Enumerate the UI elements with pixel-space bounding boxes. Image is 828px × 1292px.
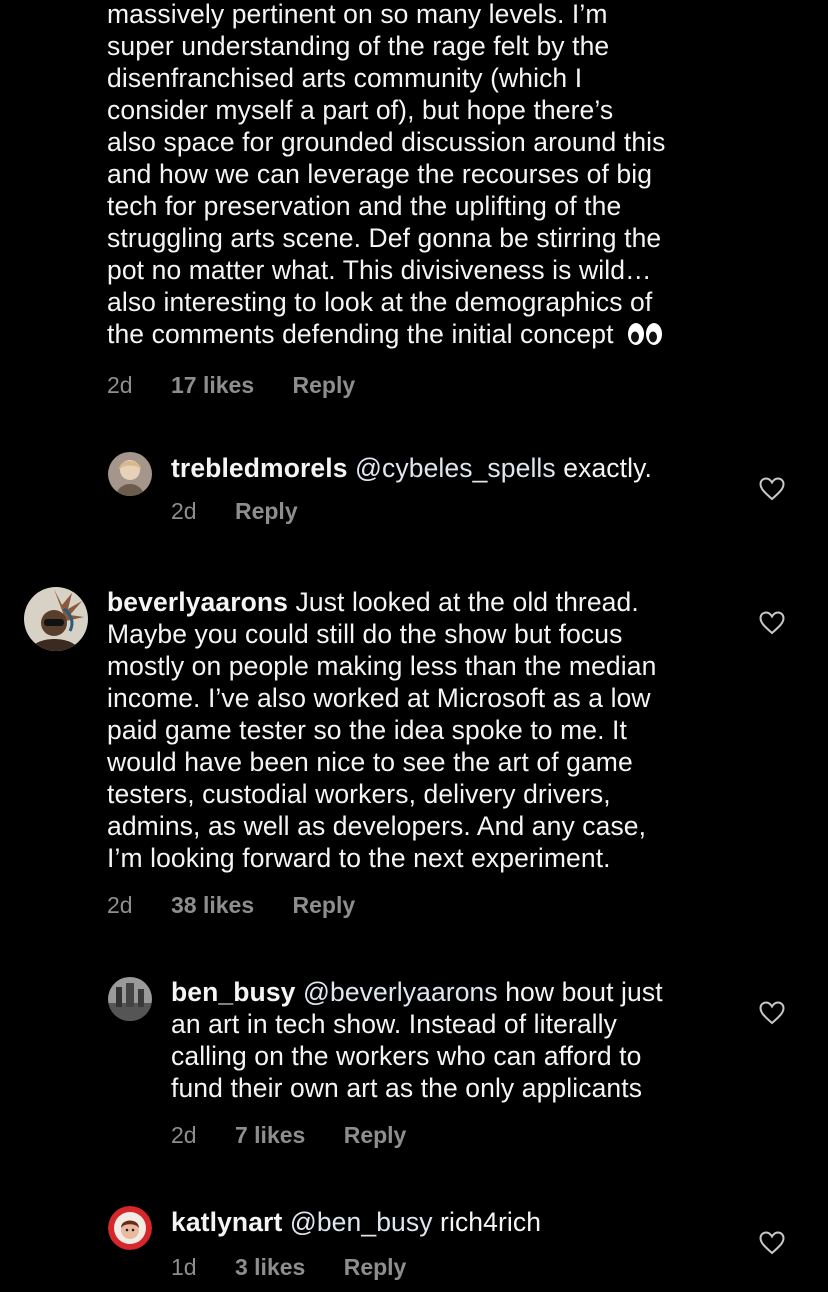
- comment-line: consider myself a part of), but hope the…: [107, 95, 614, 125]
- avatar-trebledmorels[interactable]: [108, 452, 152, 496]
- comment-line: would have been nice to see the art of g…: [107, 747, 633, 777]
- reply-trebledmorels: trebledmorels @cybeles_spells exactly. 2…: [171, 452, 731, 525]
- comment-time: 2d: [171, 498, 197, 524]
- heart-icon[interactable]: [759, 1231, 785, 1255]
- comments-page: massively pertinent on so many levels. I…: [0, 0, 828, 1292]
- comment-line-last: the comments defending the initial conce…: [107, 318, 747, 354]
- comment-username[interactable]: beverlyaarons: [107, 587, 288, 617]
- comment-mention[interactable]: @cybeles_spells: [355, 453, 556, 483]
- comment-body: ben_busy @beverlyaarons how bout just an…: [171, 976, 731, 1104]
- comment-line: disenfranchised arts community (which I: [107, 63, 583, 93]
- comment-beverlyaarons: beverlyaarons Just looked at the old thr…: [107, 586, 747, 919]
- comment-line: testers, custodial workers, delivery dri…: [107, 779, 611, 809]
- comment-line: also interesting to look at the demograp…: [107, 287, 653, 317]
- comment-text: exactly.: [563, 453, 652, 483]
- comment-line: calling on the workers who can afford to: [171, 1041, 642, 1071]
- comment-line: I’m looking forward to the next experime…: [107, 843, 611, 873]
- reply-katlynart: katlynart @ben_busy rich4rich 1d 3 likes…: [171, 1206, 731, 1281]
- reply-ben-busy: ben_busy @beverlyaarons how bout just an…: [171, 976, 731, 1149]
- comment-line: and how we can leverage the recourses of…: [107, 159, 653, 189]
- comment-line: income. I’ve also worked at Microsoft as…: [107, 683, 651, 713]
- reply-button[interactable]: Reply: [293, 372, 356, 398]
- avatar-katlynart[interactable]: [108, 1206, 152, 1250]
- heart-icon[interactable]: [759, 1001, 785, 1025]
- comment-time: 1d: [171, 1254, 197, 1280]
- comment-meta: 1d 3 likes Reply: [171, 1254, 731, 1281]
- comment-likes[interactable]: 17 likes: [171, 372, 254, 398]
- comment-body: massively pertinent on so many levels. I…: [107, 0, 747, 354]
- comment-line: also space for grounded discussion aroun…: [107, 127, 666, 157]
- comment-username[interactable]: katlynart: [171, 1207, 282, 1237]
- comment-mention[interactable]: @beverlyaarons: [303, 977, 498, 1007]
- avatar-beverlyaarons[interactable]: [24, 587, 88, 651]
- comment-meta: 2d 7 likes Reply: [171, 1122, 731, 1149]
- reply-button[interactable]: Reply: [293, 892, 356, 918]
- comment-line: the comments defending the initial conce…: [107, 319, 614, 349]
- reply-button[interactable]: Reply: [344, 1122, 407, 1148]
- comment-cybeles-continued: massively pertinent on so many levels. I…: [107, 0, 747, 399]
- comment-line: mostly on people making less than the me…: [107, 651, 657, 681]
- comment-line: paid game tester so the idea spoke to me…: [107, 715, 627, 745]
- comment-likes[interactable]: 3 likes: [235, 1254, 305, 1280]
- comment-mention[interactable]: @ben_busy: [290, 1207, 433, 1237]
- comment-meta: 2d Reply: [171, 498, 731, 525]
- comment-time: 2d: [107, 372, 133, 398]
- comment-line-first: beverlyaarons Just looked at the old thr…: [107, 586, 747, 618]
- comment-line: struggling arts scene. Def gonna be stir…: [107, 223, 662, 253]
- eyes-emoji-icon: [627, 321, 663, 354]
- comment-line: pot no matter what. This divisiveness is…: [107, 255, 652, 285]
- comment-line-first: ben_busy @beverlyaarons how bout just: [171, 976, 731, 1008]
- comment-body: katlynart @ben_busy rich4rich: [171, 1206, 731, 1238]
- comment-line: Just looked at the old thread.: [295, 587, 639, 617]
- avatar-ben-busy[interactable]: [108, 977, 152, 1021]
- comment-line: how bout just: [505, 977, 663, 1007]
- comment-body: beverlyaarons Just looked at the old thr…: [107, 586, 747, 874]
- comment-line: massively pertinent on so many levels. I…: [107, 0, 608, 29]
- reply-button[interactable]: Reply: [235, 498, 298, 524]
- comment-line: admins, as well as developers. And any c…: [107, 811, 647, 841]
- heart-icon[interactable]: [759, 477, 785, 501]
- comment-username[interactable]: ben_busy: [171, 977, 296, 1007]
- comment-meta: 2d 17 likes Reply: [107, 372, 747, 399]
- comment-line: tech for preservation and the uplifting …: [107, 191, 622, 221]
- comment-line: fund their own art as the only applicant…: [171, 1073, 643, 1103]
- comment-line: an art in tech show. Instead of literall…: [171, 1009, 618, 1039]
- comment-line: Maybe you could still do the show but fo…: [107, 619, 623, 649]
- comment-body: trebledmorels @cybeles_spells exactly.: [171, 452, 731, 484]
- comment-likes[interactable]: 38 likes: [171, 892, 254, 918]
- comment-meta: 2d 38 likes Reply: [107, 892, 747, 919]
- comment-time: 2d: [171, 1122, 197, 1148]
- comment-username[interactable]: trebledmorels: [171, 453, 348, 483]
- comment-line: super understanding of the rage felt by …: [107, 31, 610, 61]
- heart-icon[interactable]: [759, 611, 785, 635]
- comment-time: 2d: [107, 892, 133, 918]
- comment-text: rich4rich: [440, 1207, 542, 1237]
- comment-likes[interactable]: 7 likes: [235, 1122, 305, 1148]
- reply-button[interactable]: Reply: [344, 1254, 407, 1280]
